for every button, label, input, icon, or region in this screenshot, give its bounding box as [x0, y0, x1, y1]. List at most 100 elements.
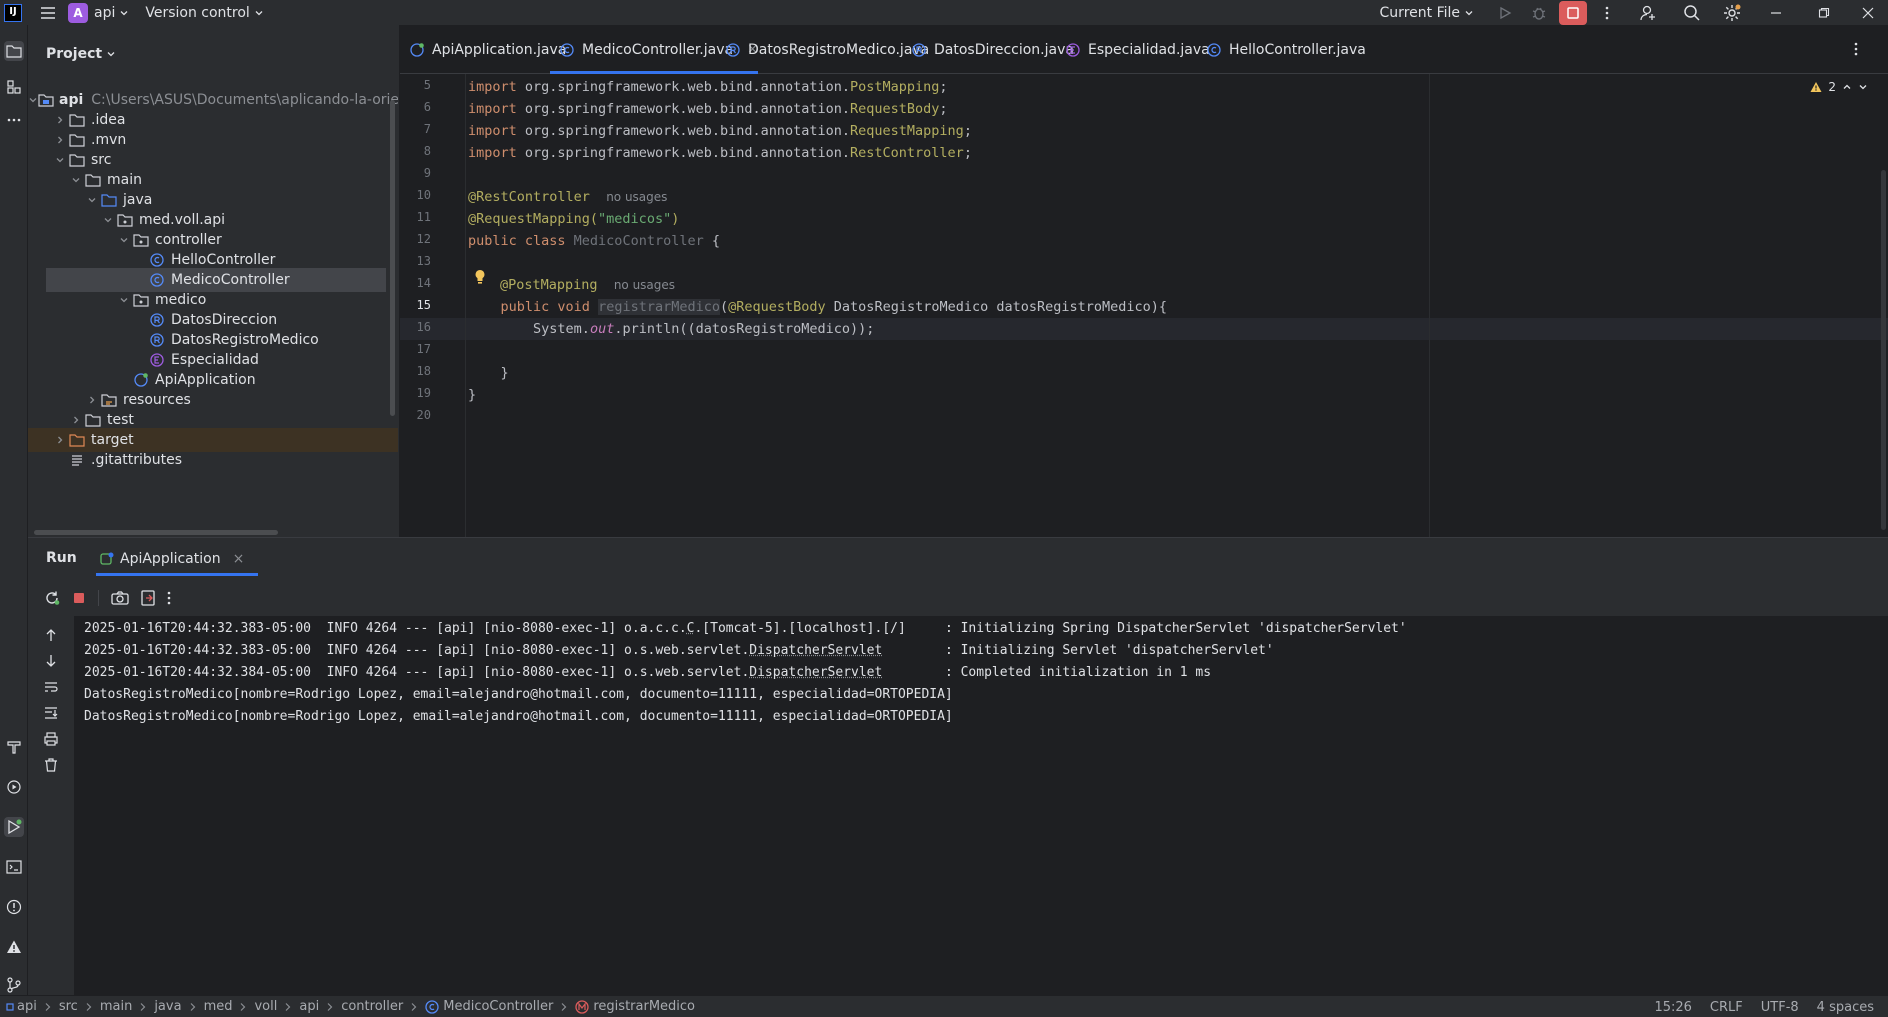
project-name[interactable]: api [94, 5, 115, 21]
chevron-down-icon[interactable] [52, 155, 68, 165]
line-separator[interactable]: CRLF [1710, 1000, 1743, 1015]
chevron-down-icon[interactable] [84, 195, 100, 205]
tree-horizontal-scrollbar[interactable] [34, 530, 278, 535]
chevron-down-icon[interactable] [106, 49, 116, 59]
structure-tool-icon[interactable] [4, 77, 24, 97]
chevron-up-icon[interactable] [1842, 82, 1852, 92]
git-tool-icon[interactable] [4, 975, 24, 995]
search-icon[interactable] [1672, 0, 1712, 25]
inlay-hint[interactable]: no usages [606, 190, 667, 204]
console-output[interactable]: 2025-01-16T20:44:32.383-05:00 INFO 4264 … [84, 616, 1874, 996]
arrow-up-icon[interactable] [42, 626, 60, 644]
trash-icon[interactable] [42, 756, 60, 774]
tree-vertical-scrollbar[interactable] [390, 100, 395, 416]
breadcrumb-item[interactable]: med [204, 999, 233, 1014]
breadcrumb-item[interactable]: api [17, 999, 37, 1014]
rerun-icon[interactable] [44, 590, 60, 606]
editor-scrollbar[interactable] [1881, 170, 1886, 530]
breadcrumb-item[interactable]: MedicoController [443, 999, 553, 1014]
chevron-right-icon[interactable] [52, 435, 68, 445]
chevron-right-icon[interactable] [52, 115, 68, 125]
stop-icon[interactable] [72, 591, 86, 605]
problems-tool-icon[interactable] [4, 897, 24, 917]
editor-tab-label: HelloController.java [1229, 41, 1366, 58]
camera-icon[interactable] [111, 590, 129, 606]
run-tool-icon[interactable] [4, 817, 24, 837]
breadcrumb-item[interactable]: voll [254, 999, 277, 1014]
run-tab-apiapplication[interactable]: ApiApplication × [95, 538, 259, 580]
editor-tab[interactable]: DatosDireccion.java [902, 25, 1074, 74]
main-menu-icon[interactable] [40, 6, 56, 20]
lightbulb-icon[interactable] [474, 269, 486, 285]
more-actions-icon[interactable] [167, 591, 171, 605]
chevron-right-icon[interactable] [52, 135, 68, 145]
editor-tab[interactable]: Especialidad.java [1056, 25, 1210, 74]
breadcrumb-item[interactable]: controller [341, 999, 403, 1014]
chevron-down-icon[interactable] [116, 295, 132, 305]
editor-tab[interactable]: DatosRegistroMedico.java [716, 25, 929, 74]
chevron-right-icon[interactable] [84, 395, 100, 405]
console-line: DatosRegistroMedico[nombre=Rodrigo Lopez… [84, 684, 953, 706]
run-icon[interactable] [1488, 0, 1522, 25]
chevron-down-icon[interactable] [116, 235, 132, 245]
indent-setting[interactable]: 4 spaces [1817, 1000, 1874, 1015]
terminal-tool-icon[interactable] [4, 857, 24, 877]
more-tabs-icon[interactable] [1854, 42, 1858, 56]
warning-tool-icon[interactable] [4, 937, 24, 957]
debug-icon[interactable] [1522, 0, 1556, 25]
close-tab-icon[interactable]: × [233, 551, 245, 567]
chevron-down-icon[interactable] [68, 175, 84, 185]
editor-tab[interactable]: HelloController.java [1197, 25, 1366, 74]
chevron-down-icon[interactable] [119, 8, 129, 18]
vcs-menu[interactable]: Version control [145, 5, 249, 21]
file-encoding[interactable]: UTF-8 [1761, 1000, 1799, 1015]
build-tool-icon[interactable] [4, 737, 24, 757]
soft-wrap-icon[interactable] [42, 678, 60, 696]
tree-item-label: med.voll.api [139, 212, 226, 228]
folder-icon [68, 132, 86, 148]
tree-item-label: api [59, 92, 84, 108]
folder-icon [84, 412, 102, 428]
chevron-down-icon[interactable] [100, 215, 116, 225]
print-icon[interactable] [42, 730, 60, 748]
breadcrumb-item[interactable]: java [154, 999, 181, 1014]
code-with-me-icon[interactable] [1624, 0, 1672, 25]
chevron-right-icon[interactable] [68, 415, 84, 425]
project-tool-icon[interactable] [4, 41, 24, 61]
restore-icon[interactable] [1800, 0, 1848, 25]
line-number: 6 [423, 100, 431, 114]
chevron-down-icon[interactable] [1858, 82, 1868, 92]
breadcrumb-item[interactable]: main [100, 999, 132, 1014]
more-actions-icon[interactable] [1590, 0, 1624, 25]
tree-item-label: .gitattributes [91, 452, 183, 468]
breadcrumb-item[interactable]: registrarMedico [593, 999, 695, 1014]
code-area[interactable]: import org.springframework.web.bind.anno… [468, 74, 1848, 537]
project-panel-header[interactable]: Project [28, 25, 399, 83]
console-link[interactable]: DispatcherServlet [749, 643, 882, 658]
more-tools-icon[interactable] [4, 110, 24, 130]
settings-gear-icon[interactable] [1712, 0, 1752, 25]
chevron-down-icon[interactable] [1464, 8, 1474, 18]
code-token: { [703, 233, 720, 249]
chevron-down-icon[interactable] [28, 95, 38, 105]
arrow-down-icon[interactable] [42, 652, 60, 670]
console-link[interactable]: DispatcherServlet [749, 665, 882, 680]
run-config-selector[interactable]: Current File [1380, 5, 1460, 21]
class-icon [425, 999, 439, 1014]
breadcrumb-item[interactable]: api [299, 999, 319, 1014]
minimize-icon[interactable] [1752, 0, 1800, 25]
services-tool-icon[interactable] [4, 777, 24, 797]
scroll-to-end-icon[interactable] [42, 704, 60, 722]
breadcrumb-item[interactable]: src [59, 999, 78, 1014]
tree-item[interactable]: .gitattributes [28, 448, 398, 472]
close-window-icon[interactable] [1848, 0, 1888, 25]
chevron-down-icon[interactable] [254, 8, 264, 18]
inspection-widget[interactable]: 2 [1810, 80, 1868, 94]
status-bar: api src main java med voll api controller Medico… [0, 995, 1888, 1017]
editor-tab[interactable]: ApiApplication.java [400, 25, 566, 74]
exit-icon[interactable] [141, 590, 155, 606]
stop-button[interactable] [1556, 0, 1590, 25]
project-badge[interactable]: A [68, 2, 88, 23]
inlay-hint[interactable]: no usages [614, 278, 675, 292]
caret-position[interactable]: 15:26 [1654, 1000, 1691, 1015]
